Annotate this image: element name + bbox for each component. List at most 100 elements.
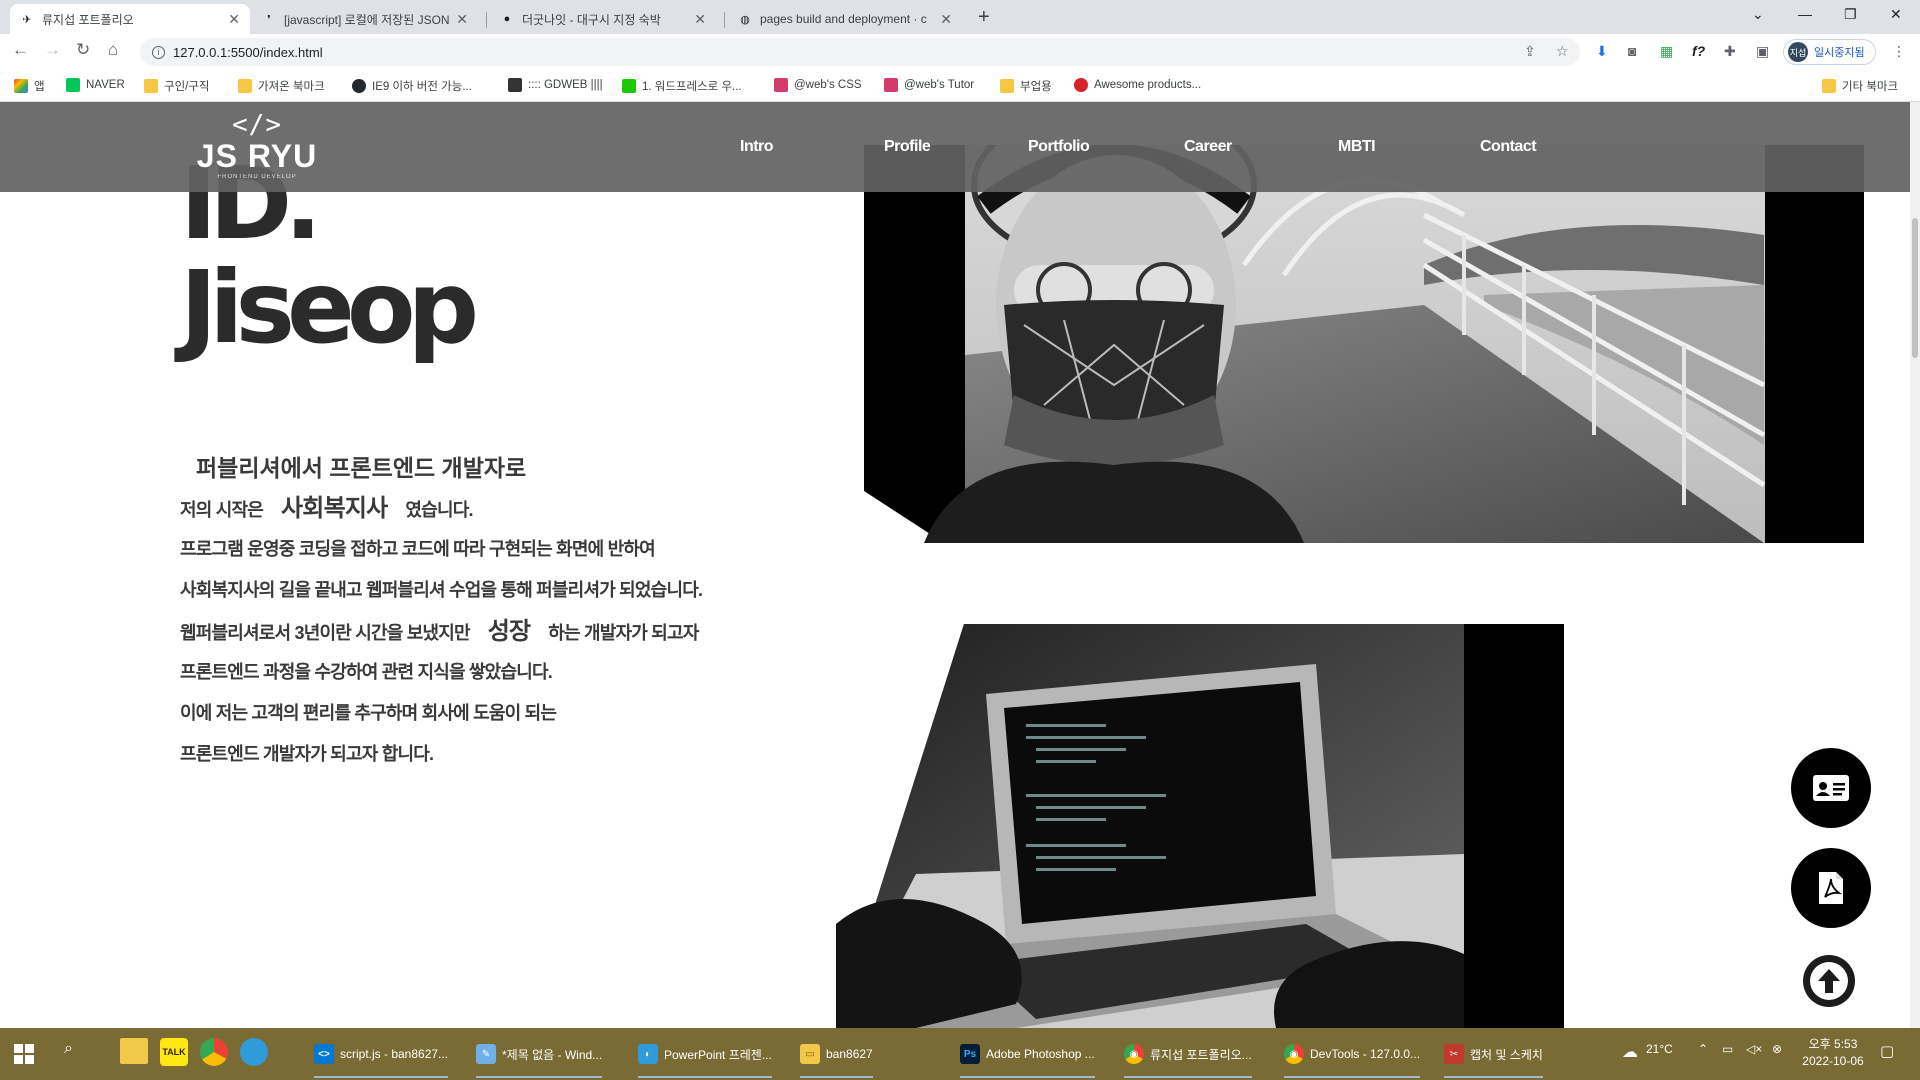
bookmark-apps[interactable]: 앱 [14, 78, 45, 94]
tab-goodnight[interactable]: ● 더굿나잇 - 대구시 지정 숙박 ✕ [490, 4, 716, 34]
edge-icon[interactable] [240, 1038, 268, 1066]
intro-text: 저의 시작은 [180, 500, 264, 520]
folder-icon [144, 79, 158, 93]
hotel-favicon-icon: ● [503, 13, 511, 25]
close-icon[interactable]: ✕ [694, 11, 706, 28]
bookmark-webs-css[interactable]: @web's CSS [774, 78, 862, 92]
menu-kebab-icon[interactable]: ⋮ [1892, 43, 1906, 60]
site-logo[interactable]: </> JS RYU FRONTEND DEVELOP [192, 112, 322, 184]
chevron-up-icon[interactable]: ⌃ [1698, 1042, 1708, 1056]
taskbar-label: DevTools - 127.0.0... [1310, 1047, 1421, 1061]
nav-career[interactable]: Career [1184, 138, 1232, 156]
browser-toolbar: ← → ↻ ⌂ i 127.0.0.1:5500/index.html ⇪ ☆ … [0, 34, 1920, 70]
bookmark-side-job[interactable]: 부업용 [1000, 78, 1052, 94]
sheet-extension-icon[interactable]: ▦ [1660, 43, 1673, 60]
taskbar-label: script.js - ban8627... [340, 1047, 449, 1061]
taskbar-photoshop[interactable]: Ps Adobe Photoshop ... [960, 1042, 1095, 1078]
bookmark-awesome[interactable]: Awesome products... [1074, 78, 1201, 92]
profile-button[interactable]: 지섭 일시중지됨 [1783, 39, 1876, 65]
bookmark-label: 부업용 [1020, 81, 1052, 93]
forward-arrow-icon[interactable]: → [44, 40, 61, 60]
bookmark-imported[interactable]: 가져온 북마크 [238, 78, 325, 94]
taskbar-folder[interactable]: ▭ ban8627 [800, 1042, 873, 1078]
taskbar-chrome-portfolio[interactable]: ◉ 류지섭 포트폴리오... [1124, 1042, 1252, 1078]
close-icon[interactable]: ✕ [228, 11, 240, 28]
scrollbar-thumb[interactable] [1912, 218, 1918, 358]
folder-icon [238, 79, 252, 93]
bookmark-jobs[interactable]: 구인/구직 [144, 78, 210, 94]
page-scrollbar[interactable] [1910, 102, 1920, 1028]
back-arrow-icon[interactable]: ← [12, 40, 29, 60]
tab-javascript[interactable]: ❜ [javascript] 로컬에 저장된 JSON ✕ [252, 4, 478, 34]
action-center-icon[interactable]: ▢ [1880, 1042, 1894, 1060]
taskbar-powerpoint[interactable]: ◐ PowerPoint 프레젠... [638, 1042, 772, 1078]
bookmark-label: @web's Tutor [904, 79, 975, 91]
page-title: ID. Jiseop [180, 152, 479, 360]
chat-icon [622, 79, 636, 93]
taskbar-snip[interactable]: ✂ 캡처 및 스케치 [1444, 1042, 1543, 1078]
file-explorer-icon[interactable] [120, 1038, 148, 1064]
bookmark-other[interactable]: 기타 북마크 [1822, 78, 1898, 94]
taskbar-label: Adobe Photoshop ... [986, 1047, 1095, 1061]
address-bar[interactable]: i 127.0.0.1:5500/index.html [140, 38, 1580, 66]
tab-search-icon[interactable]: ⌄ [1752, 6, 1764, 23]
search-icon[interactable]: ⌕ [64, 1040, 73, 1058]
bookmark-webs-tutor[interactable]: @web's Tutor [884, 78, 974, 92]
nav-portfolio[interactable]: Portfolio [1028, 138, 1090, 156]
close-icon[interactable]: ✕ [940, 11, 952, 28]
logo-name: JS RYU [196, 138, 318, 174]
intro-line-3: 사회복지사의 길을 끝내고 웹퍼블리셔 수업을 통해 퍼블리셔가 되었습니다. [180, 580, 703, 600]
home-icon[interactable]: ⌂ [108, 40, 118, 60]
download-icon[interactable]: ⬇ [1596, 43, 1608, 60]
taskbar-devtools[interactable]: ◉ DevTools - 127.0.0... [1284, 1042, 1421, 1078]
network-icon[interactable]: ▭ [1722, 1042, 1733, 1056]
nav-mbti[interactable]: MBTI [1338, 138, 1376, 156]
site-header: </> JS RYU FRONTEND DEVELOP Intro Profil… [0, 102, 1910, 192]
bookmark-ie9[interactable]: IE9 이하 버전 가능... [352, 78, 472, 94]
extensions-puzzle-icon[interactable]: ✚ [1724, 43, 1736, 60]
tab-pages-build[interactable]: ◍ pages build and deployment · c ✕ [728, 4, 962, 34]
windows-start-icon[interactable] [14, 1044, 34, 1064]
tab-portfolio[interactable]: ✈ 류지섭 포트폴리오 ✕ [10, 4, 250, 34]
intro-line-4: 웹퍼블리셔로서 3년이란 시간을 보냈지만 성장 하는 개발자가 되고자 [180, 611, 702, 652]
resume-pdf-button[interactable] [1791, 848, 1871, 928]
nav-contact[interactable]: Contact [1480, 138, 1537, 156]
close-icon[interactable]: ✕ [456, 11, 468, 28]
minimize-button[interactable]: — [1798, 6, 1812, 22]
bookmark-gdweb[interactable]: :::: GDWEB |||| [508, 78, 603, 92]
kakaotalk-icon[interactable]: TALK [160, 1038, 188, 1066]
notification-off-icon[interactable]: ⊗ [1772, 1042, 1782, 1056]
intro-emphasis: 사회복지사 [281, 495, 388, 522]
bookmark-wordpress[interactable]: 1. 워드프레스로 우... [622, 78, 742, 94]
folder-icon [1822, 79, 1836, 93]
bookmark-star-icon[interactable]: ☆ [1556, 43, 1569, 60]
system-clock[interactable]: 오후 5:53 2022-10-06 [1800, 1036, 1866, 1070]
tab-divider [486, 12, 487, 28]
profile-card-button[interactable] [1791, 748, 1871, 828]
taskbar-vscode[interactable]: <> script.js - ban8627... [314, 1042, 449, 1078]
info-icon[interactable]: i [152, 45, 165, 59]
taskbar-label: ban8627 [826, 1047, 873, 1061]
volume-mute-icon[interactable]: ◁× [1746, 1042, 1762, 1056]
chrome-icon[interactable] [200, 1038, 228, 1066]
cloud-weather-icon[interactable]: ☁ [1622, 1042, 1638, 1062]
tab-title: pages build and deployment · c [760, 12, 927, 26]
restore-button[interactable]: ❐ [1844, 6, 1857, 23]
side-panel-icon[interactable]: ▣ [1756, 43, 1769, 60]
share-icon[interactable]: ⇪ [1524, 43, 1536, 60]
chrome-icon: ◉ [1284, 1044, 1304, 1064]
camera-icon[interactable]: ◙ [1628, 43, 1636, 59]
new-tab-button[interactable]: + [978, 6, 990, 29]
reload-icon[interactable]: ↻ [76, 40, 90, 60]
intro-line-5: 프론트엔드 과정을 수강하여 관련 지식을 쌓았습니다. [180, 662, 553, 682]
taskbar-notepad[interactable]: ✎ *제목 없음 - Wind... [476, 1042, 603, 1078]
nav-intro[interactable]: Intro [740, 138, 774, 156]
font-extension-icon[interactable]: f? [1692, 43, 1705, 59]
nav-profile[interactable]: Profile [884, 138, 931, 156]
close-window-button[interactable]: ✕ [1890, 6, 1902, 23]
naver-icon [66, 78, 80, 92]
bookmark-naver[interactable]: NAVER [66, 78, 125, 92]
photoshop-icon: Ps [960, 1044, 980, 1064]
taskbar-label: 캡처 및 스케치 [1470, 1047, 1543, 1062]
scroll-top-button[interactable] [1803, 955, 1855, 1007]
